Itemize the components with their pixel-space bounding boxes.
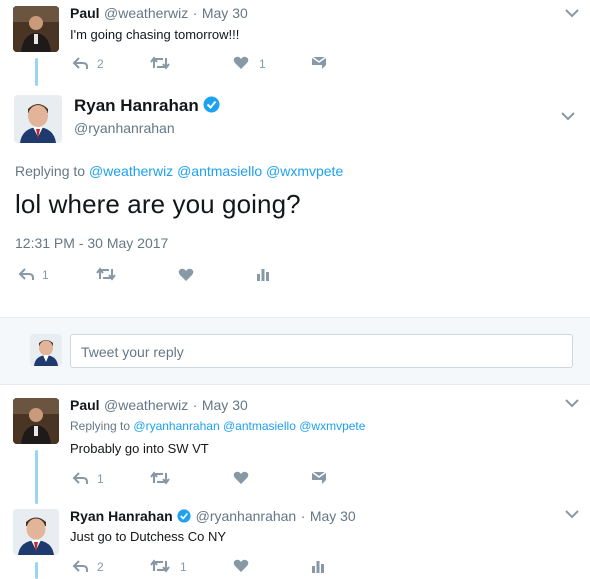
- avatar[interactable]: [13, 509, 59, 555]
- avatar-photo-icon: [13, 509, 59, 555]
- mention-link[interactable]: @ryanhanrahan: [133, 419, 219, 433]
- avatar-photo-icon: [13, 398, 59, 444]
- replying-to: Replying to @weatherwiz @antmasiello @wx…: [15, 163, 343, 179]
- analytics-icon[interactable]: [311, 559, 325, 573]
- author-handle[interactable]: @ryanhanrahan: [196, 508, 297, 524]
- tweet-header: Paul @weatherwiz · May 30: [70, 397, 248, 415]
- like-icon[interactable]: [233, 470, 249, 485]
- avatar-photo-icon: [14, 95, 62, 143]
- author-name[interactable]: Ryan Hanrahan: [74, 96, 199, 115]
- avatar[interactable]: [13, 6, 59, 52]
- tweet-text: I'm going chasing tomorrow!!!: [70, 27, 240, 42]
- mention-link[interactable]: @antmasiello: [177, 163, 262, 179]
- tweet-date[interactable]: May 30: [202, 5, 248, 21]
- chevron-down-icon[interactable]: [564, 7, 580, 19]
- chevron-down-icon[interactable]: [564, 397, 580, 409]
- tweet-date[interactable]: May 30: [310, 508, 356, 524]
- separator: ·: [192, 5, 198, 21]
- mention-link[interactable]: @wxmvpete: [266, 163, 343, 179]
- verified-badge-icon: [203, 96, 220, 113]
- reply-count: 2: [97, 57, 104, 71]
- separator: ·: [192, 397, 198, 413]
- analytics-icon[interactable]: [256, 267, 270, 281]
- retweet-icon[interactable]: [96, 267, 116, 281]
- chevron-down-icon[interactable]: [564, 508, 580, 520]
- tweet-date[interactable]: May 30: [202, 397, 248, 413]
- like-icon[interactable]: [233, 55, 249, 70]
- reply-count: 1: [42, 268, 49, 282]
- separator: ·: [300, 508, 306, 524]
- reply-count: 2: [97, 560, 104, 574]
- reply-composer: Tweet your reply: [0, 317, 590, 385]
- tweet-header: Ryan Hanrahan @ryanhanrahan · May 30: [70, 508, 356, 526]
- tweet-text: lol where are you going?: [15, 189, 301, 219]
- reply-icon[interactable]: [18, 267, 35, 281]
- like-icon[interactable]: [233, 558, 249, 573]
- reply-count: 1: [97, 472, 104, 486]
- mention-link[interactable]: @weatherwiz: [89, 163, 173, 179]
- mention-link[interactable]: @wxmvpete: [299, 419, 365, 433]
- tweet-text: Probably go into SW VT: [70, 441, 209, 456]
- tweet-header: Paul @weatherwiz · May 30: [70, 5, 248, 23]
- avatar: [30, 334, 62, 366]
- thread-line: [35, 58, 38, 86]
- retweet-icon[interactable]: [150, 559, 170, 573]
- thread-line: [35, 562, 38, 579]
- author-handle[interactable]: @weatherwiz: [104, 397, 188, 413]
- replying-to: Replying to @ryanhanrahan @antmasiello @…: [70, 419, 365, 433]
- author-name[interactable]: Paul: [70, 5, 100, 21]
- author-block: Ryan Hanrahan: [74, 96, 220, 116]
- retweet-icon[interactable]: [150, 56, 170, 70]
- verified-badge-icon: [177, 509, 191, 523]
- like-icon[interactable]: [178, 267, 194, 282]
- chevron-down-icon[interactable]: [560, 110, 576, 122]
- tweet-text: Just go to Dutchess Co NY: [70, 529, 227, 544]
- author-handle[interactable]: @weatherwiz: [104, 5, 188, 21]
- author-name[interactable]: Ryan Hanrahan: [70, 508, 173, 524]
- reply-input[interactable]: Tweet your reply: [70, 334, 573, 368]
- like-count: 1: [259, 57, 266, 71]
- direct-message-icon[interactable]: [311, 471, 327, 485]
- mention-link[interactable]: @antmasiello: [223, 419, 296, 433]
- author-handle[interactable]: @ryanhanrahan: [74, 120, 175, 136]
- avatar[interactable]: [13, 398, 59, 444]
- reply-icon[interactable]: [72, 559, 89, 573]
- reply-icon[interactable]: [72, 471, 89, 485]
- direct-message-icon[interactable]: [311, 56, 327, 70]
- retweet-icon[interactable]: [150, 471, 170, 485]
- avatar[interactable]: [14, 95, 62, 143]
- replying-to-label: Replying to: [70, 419, 131, 433]
- author-name[interactable]: Paul: [70, 397, 100, 413]
- reply-icon[interactable]: [72, 56, 89, 70]
- thread-line: [35, 450, 38, 504]
- tweet-timestamp[interactable]: 12:31 PM - 30 May 2017: [15, 235, 168, 251]
- avatar-photo-icon: [13, 6, 59, 52]
- replying-to-label: Replying to: [15, 163, 86, 179]
- retweet-count: 1: [180, 560, 187, 574]
- avatar-photo-icon: [30, 334, 62, 366]
